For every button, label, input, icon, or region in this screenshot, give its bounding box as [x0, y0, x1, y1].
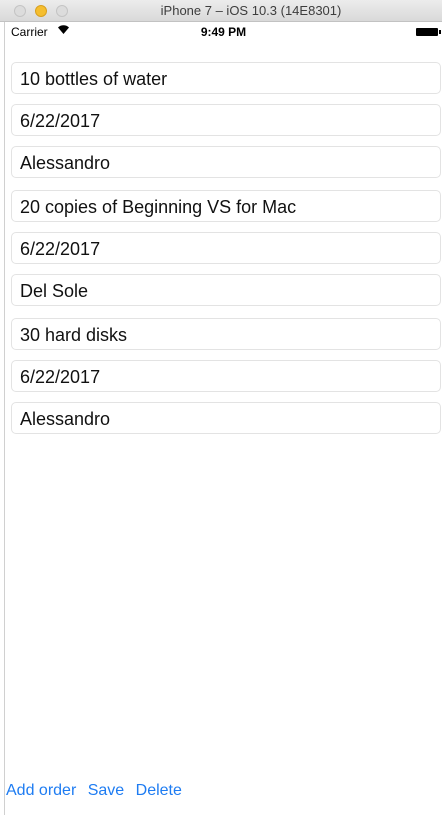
battery-icon: [416, 28, 441, 36]
order-customer-field[interactable]: Del Sole: [11, 274, 441, 306]
status-bar: Carrier 9:49 PM: [5, 22, 442, 42]
order-description-field[interactable]: 20 copies of Beginning VS for Mac: [11, 190, 441, 222]
device-screen: Carrier 9:49 PM 10 bottles of water 6/22…: [4, 22, 442, 815]
order-item: 30 hard disks 6/22/2017 Alessandro: [11, 318, 441, 434]
order-item: 20 copies of Beginning VS for Mac 6/22/2…: [11, 190, 441, 306]
order-customer-field[interactable]: Alessandro: [11, 146, 441, 178]
order-date-field[interactable]: 6/22/2017: [11, 360, 441, 392]
order-description-field[interactable]: 30 hard disks: [11, 318, 441, 350]
order-description-field[interactable]: 10 bottles of water: [11, 62, 441, 94]
order-date-field[interactable]: 6/22/2017: [11, 104, 441, 136]
order-list: 10 bottles of water 6/22/2017 Alessandro…: [11, 62, 441, 443]
save-button[interactable]: Save: [88, 782, 124, 799]
order-item: 10 bottles of water 6/22/2017 Alessandro: [11, 62, 441, 178]
delete-button[interactable]: Delete: [136, 782, 182, 799]
status-time: 9:49 PM: [200, 25, 247, 39]
title-bar: iPhone 7 – iOS 10.3 (14E8301): [0, 0, 442, 22]
window-title: iPhone 7 – iOS 10.3 (14E8301): [160, 3, 342, 18]
order-customer-field[interactable]: Alessandro: [11, 402, 441, 434]
add-order-button[interactable]: Add order: [6, 782, 76, 799]
bottom-toolbar: Add order Save Delete: [6, 782, 189, 800]
order-date-field[interactable]: 6/22/2017: [11, 232, 441, 264]
simulator-window: iPhone 7 – iOS 10.3 (14E8301) Carrier 9:…: [0, 0, 442, 815]
